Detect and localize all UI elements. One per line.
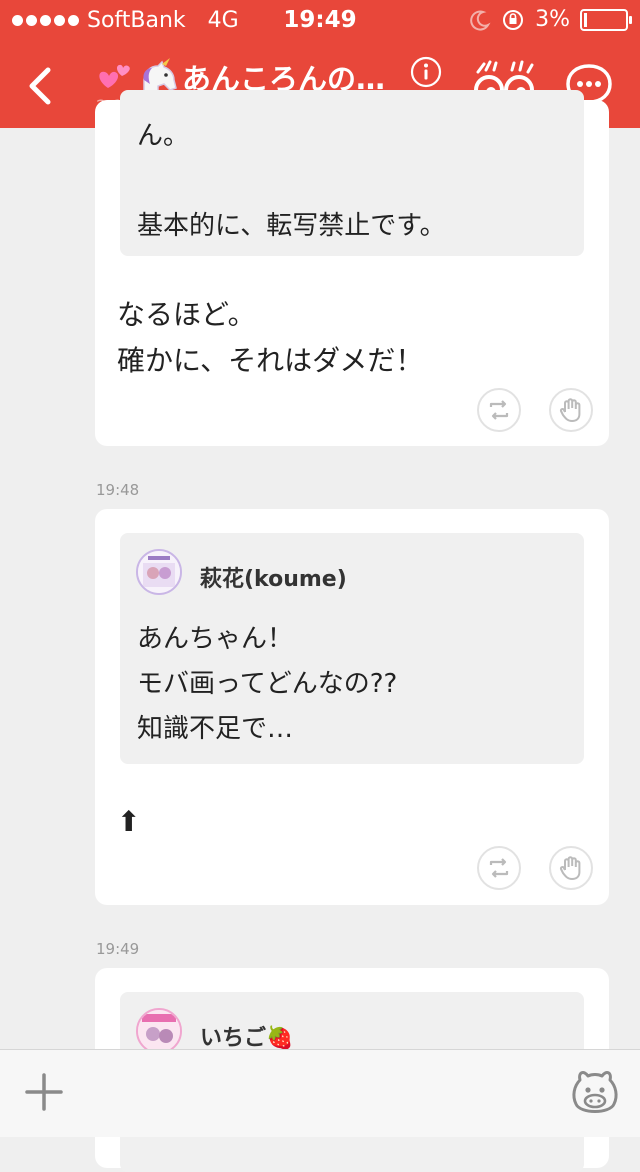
quoted-text: ん。 基本的に、転写禁止です。 bbox=[137, 121, 446, 241]
input-bar bbox=[0, 1049, 640, 1137]
avatar[interactable] bbox=[136, 1008, 182, 1054]
back-icon[interactable] bbox=[22, 64, 58, 108]
timestamp: 19:48 bbox=[96, 481, 140, 499]
quoted-author: 萩花(koume) bbox=[200, 567, 347, 592]
repost-icon bbox=[489, 400, 509, 420]
message-card: ん。 基本的に、転写禁止です。 なるほど。 確かに、それはダメだ！ bbox=[95, 90, 609, 446]
quoted-author: いちご🍓 bbox=[200, 1026, 294, 1051]
stamp-face-icon[interactable] bbox=[568, 1066, 622, 1120]
quoted-text: あんちゃん！ モバ画ってどんなの?? 知識不足で… bbox=[137, 624, 398, 744]
rotation-lock-icon bbox=[503, 9, 524, 30]
info-icon[interactable] bbox=[410, 56, 442, 88]
timestamp: 19:49 bbox=[96, 940, 140, 958]
hand-icon bbox=[560, 398, 581, 422]
battery-percent: 3% bbox=[535, 7, 570, 32]
message-body: ⬆ bbox=[117, 805, 141, 838]
message-body: なるほど。 確かに、それはダメだ！ bbox=[117, 298, 424, 377]
repost-button[interactable] bbox=[477, 846, 521, 890]
do-not-disturb-moon-icon bbox=[470, 10, 491, 31]
avatar-image bbox=[138, 551, 180, 593]
hand-icon bbox=[560, 856, 581, 880]
quoted-message[interactable]: 萩花(koume) あんちゃん！ モバ画ってどんなの?? 知識不足で… bbox=[120, 533, 584, 764]
repost-button[interactable] bbox=[477, 388, 521, 432]
high-five-button[interactable] bbox=[549, 846, 593, 890]
avatar-image bbox=[138, 1010, 180, 1052]
plus-icon[interactable] bbox=[24, 1072, 64, 1112]
status-bar: SoftBank 4G 19:49 3% bbox=[0, 0, 640, 40]
battery-icon bbox=[580, 8, 632, 31]
repost-icon bbox=[489, 858, 509, 878]
high-five-button[interactable] bbox=[549, 388, 593, 432]
message-card: 萩花(koume) あんちゃん！ モバ画ってどんなの?? 知識不足で… ⬆ bbox=[95, 509, 609, 905]
avatar[interactable] bbox=[136, 549, 182, 595]
quoted-message[interactable]: ん。 基本的に、転写禁止です。 bbox=[120, 90, 584, 256]
